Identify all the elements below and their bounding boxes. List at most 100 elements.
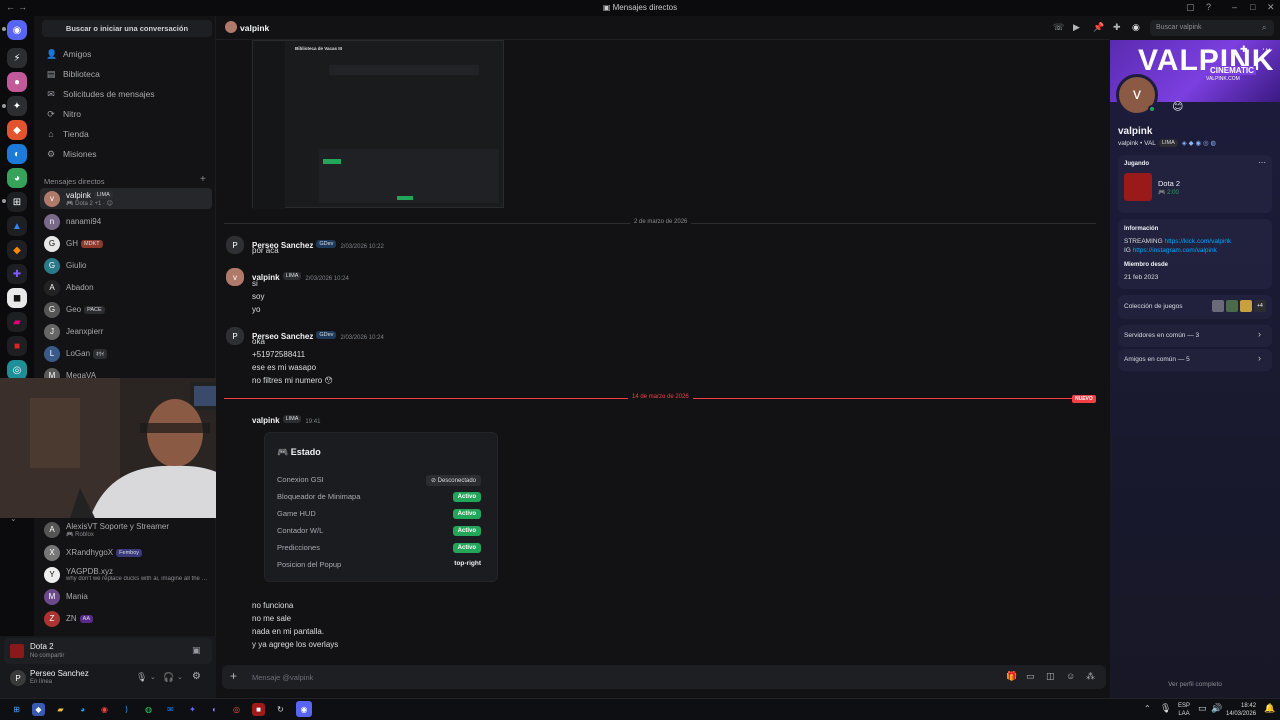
headphones-icon[interactable]: 🎧 bbox=[163, 672, 174, 683]
avatar[interactable]: P bbox=[226, 327, 244, 345]
instagram-link[interactable]: https://instagram.com/valpink bbox=[1133, 247, 1217, 254]
volume-icon[interactable]: 🔊 bbox=[1211, 703, 1222, 714]
vscode-icon[interactable]: ⟩ bbox=[120, 703, 133, 716]
dm-item-logan[interactable]: L LoGan ｷｳｲ bbox=[40, 343, 212, 364]
help-icon[interactable]: ? bbox=[1206, 2, 1211, 12]
chrome-icon[interactable]: ◉ bbox=[98, 703, 111, 716]
more-options-icon[interactable]: ⋯ bbox=[1258, 158, 1266, 167]
nav-quests[interactable]: ⚙ Misiones bbox=[46, 145, 97, 163]
screen-share-icon[interactable]: ▣ bbox=[192, 645, 201, 656]
add-friends-icon[interactable]: ✚ bbox=[1113, 22, 1121, 33]
server-icon-1[interactable]: ⚡ bbox=[7, 48, 27, 68]
chevron-up-icon[interactable]: ⌃ bbox=[1144, 704, 1151, 713]
video-call-icon[interactable]: ▶ bbox=[1073, 22, 1080, 33]
apps-icon[interactable]: ⁂ bbox=[1086, 671, 1095, 682]
windows-server-icon[interactable]: ⊞ bbox=[7, 192, 27, 212]
message-composer[interactable]: + Mensaje @valpink 🎁 ▭ ◫ ☺ ⁂ bbox=[222, 665, 1106, 689]
settings-gear-icon[interactable]: ⚙ bbox=[192, 671, 201, 682]
file-explorer-icon[interactable]: ▰ bbox=[54, 703, 67, 716]
close-icon[interactable]: ✕ bbox=[1267, 2, 1275, 13]
streaming-link[interactable]: https://kick.com/valpink bbox=[1164, 238, 1231, 245]
edge-icon[interactable]: ◕ bbox=[76, 703, 89, 716]
dm-item-alexisvt[interactable]: A AlexisVT Soporte y Streamer 🎮 Roblox bbox=[40, 519, 212, 540]
server-icon-10[interactable]: ■ bbox=[7, 336, 27, 356]
gif-icon[interactable]: ▭ bbox=[1026, 671, 1035, 682]
teams-icon[interactable]: ✦ bbox=[186, 703, 199, 716]
avatar[interactable]: P bbox=[226, 236, 244, 254]
add-dm-button[interactable]: + bbox=[200, 174, 206, 185]
dm-item-zn[interactable]: Z ZN AA bbox=[40, 608, 212, 629]
language-indicator[interactable]: ESP LAA bbox=[1178, 702, 1190, 718]
search-conversation-button[interactable]: Buscar o iniciar una conversación bbox=[42, 20, 212, 37]
mail-icon[interactable]: ✉ bbox=[164, 703, 177, 716]
nav-friends[interactable]: 👤 Amigos bbox=[46, 45, 91, 63]
estado-card-image[interactable]: 🎮 Estado Conexion GSI ⊘ Desconectado Bloq… bbox=[264, 432, 498, 582]
add-attachment-icon[interactable]: + bbox=[230, 669, 237, 683]
voice-call-icon[interactable]: ☏ bbox=[1053, 22, 1064, 33]
azure-server-icon[interactable]: ▲ bbox=[7, 216, 27, 236]
windows-start-icon[interactable]: ⊞ bbox=[10, 703, 23, 716]
discord-taskbar-icon[interactable]: ◉ bbox=[296, 701, 312, 717]
estado-row-predictions: Predicciones Activo bbox=[277, 543, 481, 555]
mutual-friends-card[interactable]: Amigos en común — 5 › bbox=[1118, 349, 1272, 371]
chevron-down-icon[interactable]: ⌄ bbox=[150, 673, 156, 681]
server-icon-6[interactable]: ◕ bbox=[7, 168, 27, 188]
copilot-icon[interactable]: ◆ bbox=[32, 703, 45, 716]
server-icon-11[interactable]: ◎ bbox=[7, 360, 27, 380]
server-icon-3[interactable]: ✦ bbox=[7, 96, 27, 116]
microphone-icon[interactable]: 🎙 bbox=[136, 672, 147, 683]
monitor-icon[interactable]: ▭ bbox=[1198, 703, 1207, 714]
server-icon-9[interactable]: ▰ bbox=[7, 312, 27, 332]
chevron-down-icon[interactable]: ⌄ bbox=[177, 673, 183, 681]
microphone-icon[interactable]: 🎙 bbox=[1160, 703, 1171, 714]
dm-item-giulio[interactable]: G Giulio bbox=[40, 255, 212, 276]
server-icon-4[interactable]: ◆ bbox=[7, 120, 27, 140]
chevron-down-icon[interactable]: ⌄ bbox=[10, 514, 17, 523]
gift-icon[interactable]: 🎁 bbox=[1006, 671, 1017, 682]
game-collection-card[interactable]: Colección de juegos +4 bbox=[1118, 295, 1272, 319]
nav-message-requests[interactable]: ✉ Solicitudes de mensajes bbox=[46, 85, 154, 103]
app-icon[interactable]: ↻ bbox=[274, 703, 287, 716]
avatar: A bbox=[44, 521, 60, 538]
server-icon-7[interactable]: ✚ bbox=[7, 264, 27, 284]
user-profile-icon[interactable]: ◉ bbox=[1132, 22, 1140, 33]
emoji-icon[interactable]: ☺ bbox=[1066, 671, 1075, 681]
more-options-icon[interactable]: ⋯ bbox=[1262, 44, 1271, 55]
maximize-icon[interactable]: □ bbox=[1250, 2, 1255, 12]
dota-taskbar-icon[interactable]: ■ bbox=[252, 703, 265, 716]
notification-bell-icon[interactable]: 🔔 bbox=[1264, 703, 1275, 714]
dm-item-yagpdb[interactable]: Y YAGPDB.xyz why don't we replace ducks wi… bbox=[40, 564, 212, 585]
nav-library[interactable]: ▤ Biblioteca bbox=[46, 65, 100, 83]
user-avatar[interactable]: P bbox=[10, 670, 26, 686]
activity-card[interactable]: Dota 2 No compartir ▣ bbox=[4, 638, 212, 664]
dm-item-gh[interactable]: G GH MDKT bbox=[40, 233, 212, 254]
image-attachment[interactable]: Biblioteca de Vacas III bbox=[252, 40, 504, 209]
obs-icon[interactable]: ◎ bbox=[230, 703, 243, 716]
server-icon-8[interactable]: ◼ bbox=[7, 288, 27, 308]
dm-item-valpink[interactable]: v valpink LIMA 🎮 Dota 2 +1 · 😊 bbox=[40, 188, 212, 209]
search-input[interactable]: Buscar valpink ⌕ bbox=[1150, 20, 1274, 36]
minimize-icon[interactable]: – bbox=[1232, 2, 1237, 12]
whatsapp-icon[interactable]: ◍ bbox=[142, 703, 155, 716]
dm-item-mania[interactable]: M Mania bbox=[40, 586, 212, 607]
dm-item-abadon[interactable]: A Abadon bbox=[40, 277, 212, 298]
dm-item-jeanxpierr[interactable]: J Jeanxpierr bbox=[40, 321, 212, 342]
nav-nitro[interactable]: ⟳ Nitro bbox=[46, 105, 81, 123]
dm-item-xrandhygox[interactable]: X XRandhygoX Femboy bbox=[40, 542, 212, 563]
pin-icon[interactable]: 📌 bbox=[1093, 22, 1104, 33]
app-icon[interactable]: ◐ bbox=[208, 703, 221, 716]
dm-item-geo[interactable]: G Geo PACE bbox=[40, 299, 212, 320]
sticker-icon[interactable]: ◫ bbox=[1046, 671, 1055, 682]
discord-home-icon[interactable]: ◉ bbox=[7, 20, 27, 40]
inbox-icon[interactable]: ▢ bbox=[1186, 2, 1195, 13]
mutual-servers-card[interactable]: Servidores en común — 3 › bbox=[1118, 325, 1272, 347]
office-server-icon[interactable]: ◆ bbox=[7, 240, 27, 260]
avatar[interactable]: v bbox=[226, 268, 244, 286]
nav-shop[interactable]: ⌂ Tienda bbox=[46, 125, 88, 143]
view-full-profile-link[interactable]: Ver perfil completo bbox=[1110, 681, 1280, 688]
clock[interactable]: 18:42 14/03/2026 bbox=[1226, 702, 1256, 718]
server-icon-2[interactable]: ● bbox=[7, 72, 27, 92]
server-icon-5[interactable]: ◐ bbox=[7, 144, 27, 164]
add-friend-icon[interactable]: ✚ bbox=[1240, 44, 1248, 55]
dm-item-nanami94[interactable]: n nanami94 bbox=[40, 211, 212, 232]
